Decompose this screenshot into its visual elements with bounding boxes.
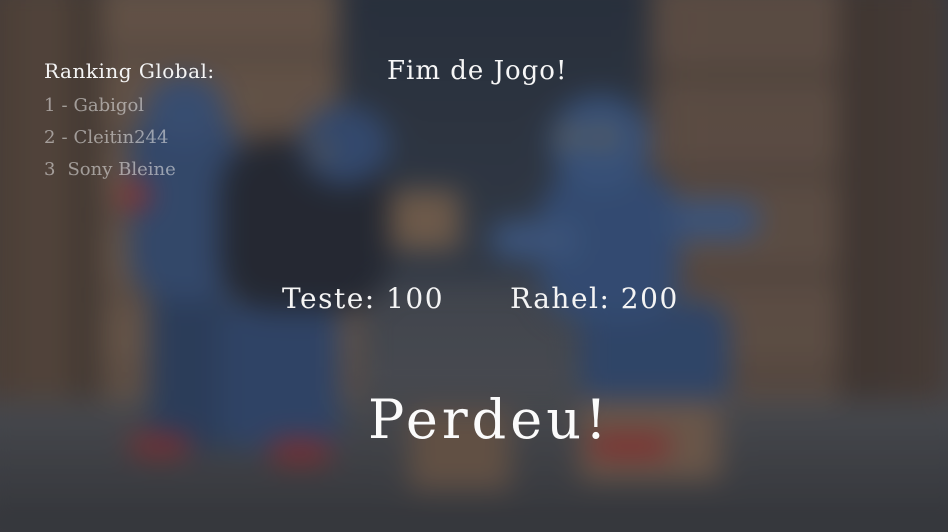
ranking-entry: 3 Sony Bleine: [44, 154, 215, 186]
ranking-player-name: Gabigol: [73, 95, 145, 116]
ranking-player-name: Sony Bleine: [67, 159, 176, 180]
ranking-position: 3: [44, 159, 56, 180]
ranking-player-name: Cleitin244: [73, 127, 169, 148]
opponent-score: Rahel: 200: [510, 282, 679, 315]
player-score: Teste: 100: [282, 282, 445, 315]
ranking-list: 1- Gabigol 2- Cleitin244 3 Sony Bleine: [44, 90, 215, 186]
global-ranking-panel: Ranking Global: 1- Gabigol 2- Cleitin244 3…: [44, 58, 215, 186]
ranking-entry: 2- Cleitin244: [44, 122, 215, 154]
ranking-title: Ranking Global:: [44, 59, 215, 83]
ranking-separator: [55, 159, 67, 180]
ranking-entry: 1- Gabigol: [44, 90, 215, 122]
ranking-separator: -: [61, 127, 68, 148]
ranking-position: 1: [44, 95, 56, 116]
game-over-title: Fim de Jogo!: [387, 56, 568, 86]
ranking-separator: -: [61, 95, 68, 116]
ranking-position: 2: [44, 127, 56, 148]
match-result: Perdeu!: [368, 388, 611, 451]
